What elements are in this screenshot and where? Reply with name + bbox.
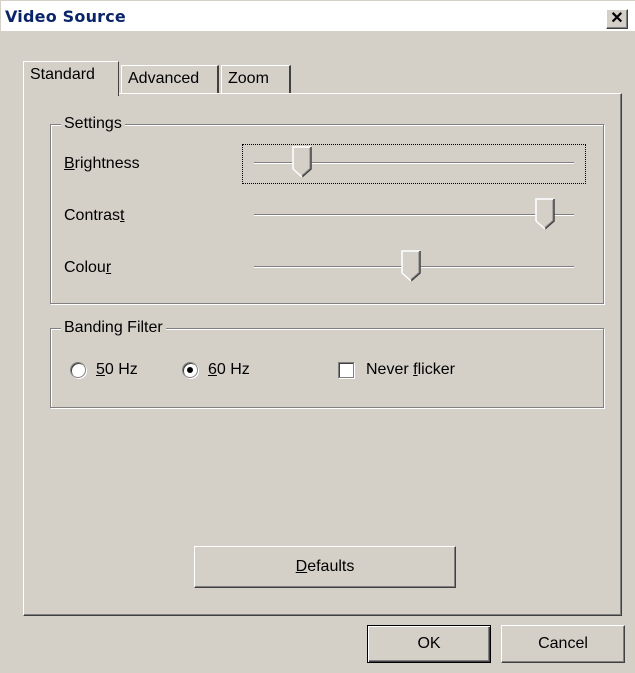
radio-60hz[interactable]: 60 Hz	[182, 360, 272, 380]
ok-button[interactable]: OK	[367, 625, 491, 663]
radio-50hz-label: 50 Hz	[96, 361, 138, 378]
colour-slider[interactable]	[242, 248, 588, 290]
close-icon: ✕	[610, 10, 624, 27]
close-button[interactable]: ✕	[606, 9, 628, 29]
tab-panel-standard: Settings Brightness Contrast Colour Band…	[23, 93, 622, 616]
contrast-track	[254, 214, 574, 216]
brightness-slider[interactable]	[242, 144, 588, 186]
tab-advanced[interactable]: Advanced	[121, 65, 219, 93]
settings-legend: Settings	[61, 115, 125, 133]
slider-thumb-icon[interactable]	[401, 250, 421, 282]
banding-filter-legend: Banding Filter	[61, 319, 166, 337]
never-flicker-label: Never flicker	[366, 361, 455, 378]
radio-button-50hz[interactable]	[70, 362, 86, 378]
checkbox-box[interactable]	[338, 362, 354, 378]
radio-button-60hz[interactable]	[182, 362, 198, 378]
radio-selected-dot	[187, 367, 193, 373]
slider-thumb-icon[interactable]	[535, 198, 555, 230]
contrast-slider[interactable]	[242, 196, 588, 238]
never-flicker-checkbox[interactable]: Never flicker	[338, 360, 478, 380]
defaults-button[interactable]: Defaults	[194, 546, 456, 588]
cancel-button[interactable]: Cancel	[501, 625, 625, 663]
brightness-label: Brightness	[64, 155, 140, 172]
radio-60hz-label: 60 Hz	[208, 361, 250, 378]
colour-label: Colour	[64, 259, 112, 276]
slider-thumb-icon[interactable]	[292, 146, 312, 178]
title-bar[interactable]: Video Source ✕	[1, 1, 635, 31]
tab-zoom[interactable]: Zoom	[221, 65, 291, 93]
window-title: Video Source	[5, 7, 126, 26]
contrast-label: Contrast	[64, 207, 125, 224]
video-source-dialog: Video Source ✕ Standard Advanced Zoom Se…	[0, 0, 635, 673]
tab-standard[interactable]: Standard	[23, 61, 119, 96]
radio-50hz[interactable]: 50 Hz	[70, 360, 160, 380]
